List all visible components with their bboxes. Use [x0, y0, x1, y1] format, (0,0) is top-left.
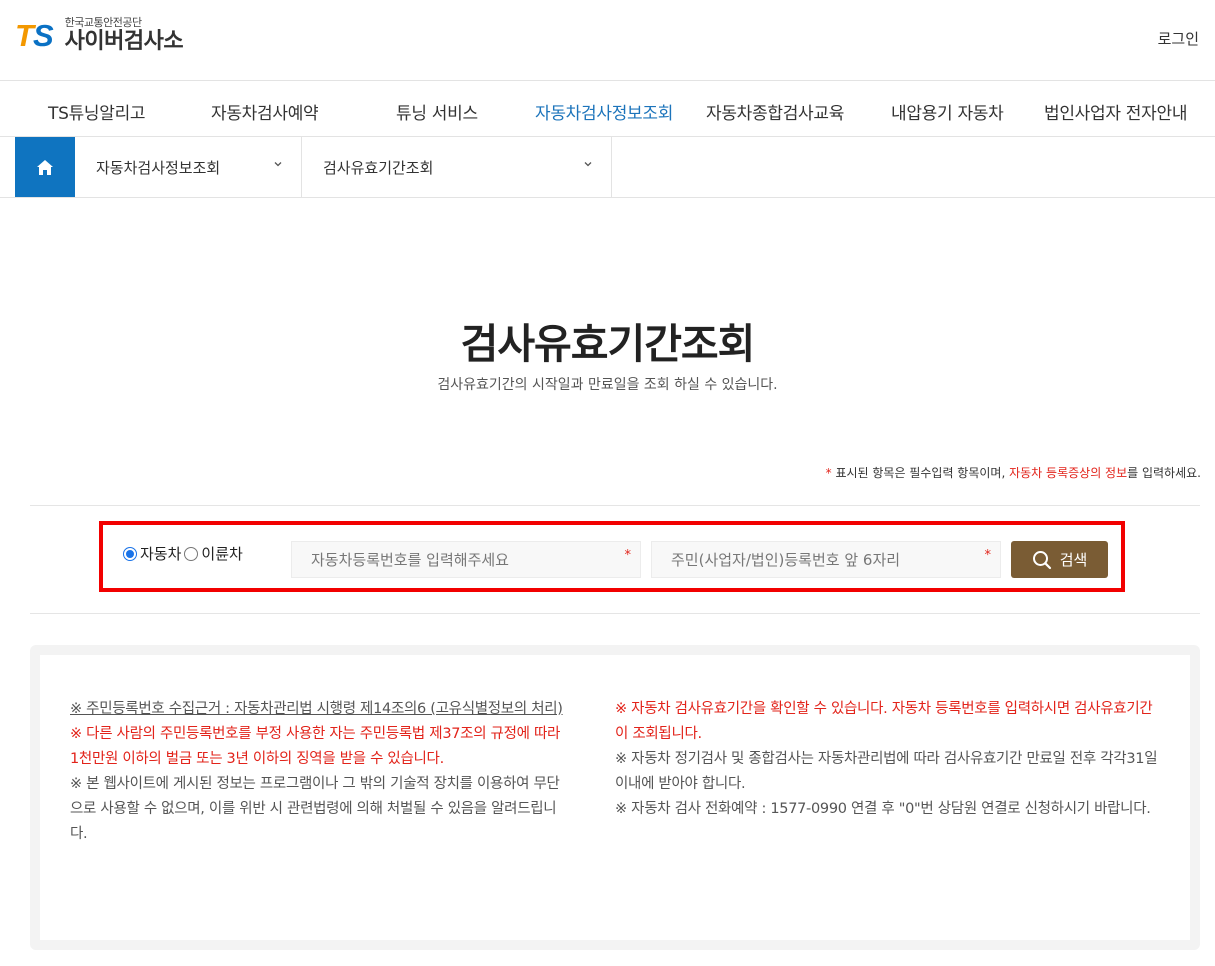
required-note-tail: 를 입력하세요.: [1127, 466, 1201, 480]
radio-car-label[interactable]: 자동차: [140, 543, 181, 564]
notice-penalty-warning: ※ 다른 사람의 주민등록번호를 부정 사용한 자는 주민등록법 제37조의 규…: [70, 726, 561, 767]
radio-motorcycle[interactable]: [184, 546, 199, 561]
home-button[interactable]: [15, 137, 75, 197]
radio-car[interactable]: [123, 546, 137, 561]
nav-item-corporate-notice[interactable]: 법인사업자 전자안내: [1044, 99, 1187, 124]
required-fields-note: * 표시된 항목은 필수입력 항목이며, 자동차 등록증상의 정보를 입력하세요…: [826, 464, 1201, 481]
plate-number-placeholder: 자동차등록번호를 입력해주세요: [311, 551, 509, 569]
page-title: 검사유효기간조회: [460, 320, 756, 368]
site-logo[interactable]: TS 한국교통안전공단 사이버검사소: [15, 16, 184, 55]
logo-letter-s: S: [32, 18, 54, 53]
notice-legal-basis: ※ 주민등록번호 수집근거 : 자동차관리법 시행령 제14조의6 (고유식별정…: [70, 701, 563, 717]
vehicle-type-radio-group: 자동차 이륜차: [123, 543, 246, 564]
notice-left-column: ※ 주민등록번호 수집근거 : 자동차관리법 시행령 제14조의6 (고유식별정…: [70, 697, 570, 847]
required-note-text: 표시된 항목은 필수입력 항목이며,: [831, 466, 1010, 480]
ts-logo-mark: TS: [15, 18, 54, 54]
nav-item-inspection-education[interactable]: 자동차종합검사교육: [706, 99, 844, 124]
notice-validity-info: ※ 자동차 검사유효기간을 확인할 수 있습니다. 자동차 등록번호를 입력하시…: [615, 701, 1153, 742]
divider: [30, 613, 1200, 614]
nav-item-tuning-service[interactable]: 튜닝 서비스: [396, 99, 478, 124]
site-header: TS 한국교통안전공단 사이버검사소 로그인: [0, 0, 1215, 81]
breadcrumb-level2-dropdown[interactable]: 검사유효기간조회: [302, 137, 612, 197]
search-icon: [1032, 550, 1051, 569]
breadcrumb-level1-label: 자동차검사정보조회: [96, 158, 221, 177]
nav-item-inspection-reservation[interactable]: 자동차검사예약: [211, 99, 319, 124]
notice-inspection-period: ※ 자동차 정기검사 및 종합검사는 자동차관리법에 따라 검사유효기간 만료일…: [615, 751, 1158, 792]
notice-right-column: ※ 자동차 검사유효기간을 확인할 수 있습니다. 자동차 등록번호를 입력하시…: [615, 697, 1165, 822]
id-number-placeholder: 주민(사업자/법인)등록번호 앞 6자리: [671, 551, 901, 569]
chevron-down-icon: [584, 162, 592, 167]
notice-usage-restriction: ※ 본 웹사이트에 게시된 정보는 프로그램이나 그 밖의 기술적 장치를 이용…: [70, 776, 560, 842]
required-star: *: [984, 548, 992, 563]
breadcrumb: 자동차검사정보조회 검사유효기간조회: [0, 137, 1215, 198]
breadcrumb-level2-label: 검사유효기간조회: [323, 158, 434, 177]
radio-motorcycle-label[interactable]: 이륜차: [201, 543, 242, 564]
notice-content: ※ 주민등록번호 수집근거 : 자동차관리법 시행령 제14조의6 (고유식별정…: [40, 655, 1190, 940]
required-note-highlight: 자동차 등록증상의 정보: [1009, 466, 1128, 480]
search-button-label: 검색: [1059, 551, 1088, 569]
chevron-down-icon: [274, 162, 282, 167]
page-subtitle: 검사유효기간의 시작일과 만료일을 조회 하실 수 있습니다.: [437, 377, 778, 393]
nav-item-ts-tuning[interactable]: TS튜닝알리고: [48, 99, 146, 124]
plate-number-input[interactable]: 자동차등록번호를 입력해주세요 *: [291, 541, 641, 578]
logo-letter-t: T: [15, 18, 34, 53]
divider: [30, 505, 1200, 506]
search-button[interactable]: 검색: [1011, 541, 1108, 578]
id-number-input[interactable]: 주민(사업자/법인)등록번호 앞 6자리 *: [651, 541, 1001, 578]
org-name: 한국교통안전공단: [64, 16, 142, 29]
site-name: 사이버검사소: [64, 29, 184, 54]
home-icon: [37, 159, 53, 175]
nav-item-pressure-vessel[interactable]: 내압용기 자동차: [891, 99, 1004, 124]
logo-text: 한국교통안전공단 사이버검사소: [64, 16, 184, 55]
main-nav: TS튜닝알리고 자동차검사예약 튜닝 서비스 자동차검사정보조회 자동차종합검사…: [0, 81, 1215, 137]
breadcrumb-level1-dropdown[interactable]: 자동차검사정보조회: [75, 137, 302, 197]
required-star: *: [624, 548, 632, 563]
notice-panel: ※ 주민등록번호 수집근거 : 자동차관리법 시행령 제14조의6 (고유식별정…: [30, 645, 1200, 950]
login-link[interactable]: 로그인: [1158, 28, 1199, 49]
nav-item-inspection-info[interactable]: 자동차검사정보조회: [535, 99, 673, 124]
notice-phone-reservation: ※ 자동차 검사 전화예약 : 1577-0990 연결 후 "0"번 상담원 …: [615, 801, 1151, 817]
search-form: 자동차 이륜차 자동차등록번호를 입력해주세요 * 주민(사업자/법인)등록번호…: [99, 521, 1125, 592]
